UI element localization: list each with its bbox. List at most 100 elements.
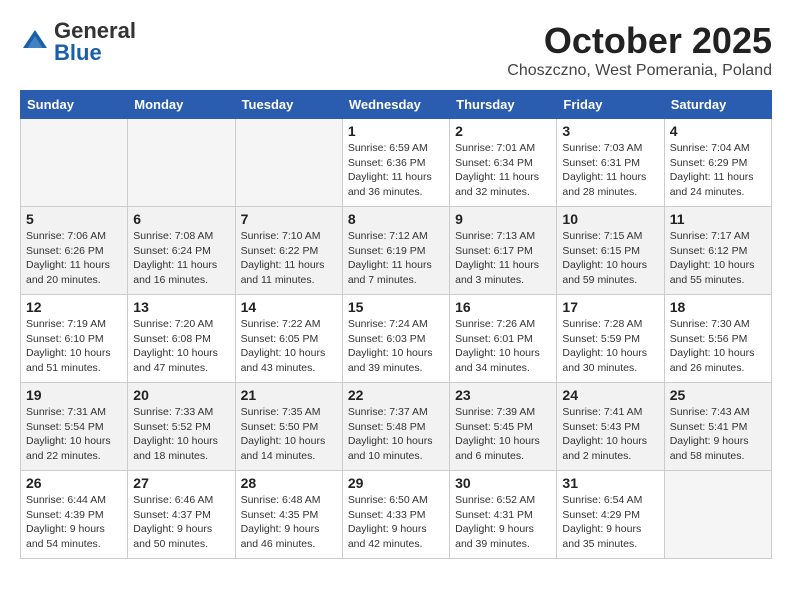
calendar-day-cell: 19 Sunrise: 7:31 AMSunset: 5:54 PMDayligh… [21, 383, 128, 471]
weekday-header: Saturday [664, 91, 771, 119]
day-info: Sunrise: 7:10 AMSunset: 6:22 PMDaylight:… [241, 229, 337, 288]
day-number: 30 [455, 475, 551, 491]
calendar-day-cell: 3Sunrise: 7:03 AMSunset: 6:31 PMDaylight… [557, 119, 664, 207]
day-info: Sunrise: 7:12 AMSunset: 6:19 PMDaylight:… [348, 229, 444, 288]
calendar-day-cell: 20 Sunrise: 7:33 AMSunset: 5:52 PMDayligh… [128, 383, 235, 471]
day-info: Sunrise: 7:35 AMSunset: 5:50 PMDaylight:… [241, 405, 337, 464]
day-number: 19 [26, 387, 122, 403]
day-info: Sunrise: 7:37 AMSunset: 5:48 PMDaylight:… [348, 405, 444, 464]
logo-blue-text: Blue [54, 40, 102, 65]
calendar-day-cell: 5Sunrise: 7:06 AMSunset: 6:26 PMDaylight… [21, 207, 128, 295]
day-info: Sunrise: 6:54 AMSunset: 4:29 PMDaylight:… [562, 493, 658, 552]
day-info: Sunrise: 7:41 AMSunset: 5:43 PMDaylight:… [562, 405, 658, 464]
month-year: October 2025 [507, 20, 772, 62]
day-number: 9 [455, 211, 551, 227]
calendar-day-cell: 26 Sunrise: 6:44 AMSunset: 4:39 PMDayligh… [21, 471, 128, 559]
day-number: 28 [241, 475, 337, 491]
calendar-day-cell: 24 Sunrise: 7:41 AMSunset: 5:43 PMDayligh… [557, 383, 664, 471]
calendar-day-cell: 17 Sunrise: 7:28 AMSunset: 5:59 PMDayligh… [557, 295, 664, 383]
day-number: 3 [562, 123, 658, 139]
day-number: 31 [562, 475, 658, 491]
calendar-day-cell [21, 119, 128, 207]
day-info: Sunrise: 7:43 AMSunset: 5:41 PMDaylight:… [670, 405, 766, 464]
day-info: Sunrise: 6:46 AMSunset: 4:37 PMDaylight:… [133, 493, 229, 552]
day-number: 17 [562, 299, 658, 315]
weekday-header: Wednesday [342, 91, 449, 119]
header: General Blue October 2025 Choszczno, Wes… [20, 20, 772, 80]
calendar-day-cell: 16Sunrise: 7:26 AMSunset: 6:01 PMDayligh… [450, 295, 557, 383]
calendar-day-cell: 12Sunrise: 7:19 AMSunset: 6:10 PMDayligh… [21, 295, 128, 383]
calendar-day-cell [235, 119, 342, 207]
day-info: Sunrise: 6:48 AMSunset: 4:35 PMDaylight:… [241, 493, 337, 552]
day-info: Sunrise: 7:15 AMSunset: 6:15 PMDaylight:… [562, 229, 658, 288]
calendar-day-cell: 29Sunrise: 6:50 AMSunset: 4:33 PMDayligh… [342, 471, 449, 559]
day-number: 7 [241, 211, 337, 227]
day-info: Sunrise: 7:13 AMSunset: 6:17 PMDaylight:… [455, 229, 551, 288]
calendar-day-cell: 6Sunrise: 7:08 AMSunset: 6:24 PMDaylight… [128, 207, 235, 295]
calendar-day-cell: 9 Sunrise: 7:13 AMSunset: 6:17 PMDaylight… [450, 207, 557, 295]
logo: General Blue [20, 20, 136, 64]
day-number: 15 [348, 299, 444, 315]
calendar-week-row: 26 Sunrise: 6:44 AMSunset: 4:39 PMDayligh… [21, 471, 772, 559]
calendar-day-cell: 13 Sunrise: 7:20 AMSunset: 6:08 PMDayligh… [128, 295, 235, 383]
calendar-day-cell: 8 Sunrise: 7:12 AMSunset: 6:19 PMDaylight… [342, 207, 449, 295]
calendar-day-cell: 2Sunrise: 7:01 AMSunset: 6:34 PMDaylight… [450, 119, 557, 207]
calendar-day-cell: 10 Sunrise: 7:15 AMSunset: 6:15 PMDayligh… [557, 207, 664, 295]
day-info: Sunrise: 7:01 AMSunset: 6:34 PMDaylight:… [455, 141, 551, 200]
day-number: 27 [133, 475, 229, 491]
logo-icon [20, 27, 50, 57]
calendar-week-row: 12Sunrise: 7:19 AMSunset: 6:10 PMDayligh… [21, 295, 772, 383]
day-number: 16 [455, 299, 551, 315]
weekday-header: Thursday [450, 91, 557, 119]
day-info: Sunrise: 7:04 AMSunset: 6:29 PMDaylight:… [670, 141, 766, 200]
day-info: Sunrise: 7:22 AMSunset: 6:05 PMDaylight:… [241, 317, 337, 376]
day-info: Sunrise: 7:19 AMSunset: 6:10 PMDaylight:… [26, 317, 122, 376]
day-info: Sunrise: 7:20 AMSunset: 6:08 PMDaylight:… [133, 317, 229, 376]
calendar-week-row: 1 Sunrise: 6:59 AMSunset: 6:36 PMDaylight… [21, 119, 772, 207]
day-number: 20 [133, 387, 229, 403]
day-number: 21 [241, 387, 337, 403]
day-number: 18 [670, 299, 766, 315]
day-info: Sunrise: 7:28 AMSunset: 5:59 PMDaylight:… [562, 317, 658, 376]
calendar-day-cell: 25 Sunrise: 7:43 AMSunset: 5:41 PMDayligh… [664, 383, 771, 471]
day-number: 23 [455, 387, 551, 403]
day-info: Sunrise: 6:44 AMSunset: 4:39 PMDaylight:… [26, 493, 122, 552]
day-number: 13 [133, 299, 229, 315]
day-info: Sunrise: 6:59 AMSunset: 6:36 PMDaylight:… [348, 141, 444, 200]
calendar-day-cell: 1 Sunrise: 6:59 AMSunset: 6:36 PMDaylight… [342, 119, 449, 207]
day-info: Sunrise: 6:50 AMSunset: 4:33 PMDaylight:… [348, 493, 444, 552]
day-info: Sunrise: 6:52 AMSunset: 4:31 PMDaylight:… [455, 493, 551, 552]
calendar: SundayMondayTuesdayWednesdayThursdayFrid… [20, 90, 772, 559]
day-info: Sunrise: 7:24 AMSunset: 6:03 PMDaylight:… [348, 317, 444, 376]
calendar-day-cell: 21 Sunrise: 7:35 AMSunset: 5:50 PMDayligh… [235, 383, 342, 471]
day-number: 4 [670, 123, 766, 139]
day-info: Sunrise: 7:31 AMSunset: 5:54 PMDaylight:… [26, 405, 122, 464]
calendar-day-cell: 4 Sunrise: 7:04 AMSunset: 6:29 PMDaylight… [664, 119, 771, 207]
day-info: Sunrise: 7:17 AMSunset: 6:12 PMDaylight:… [670, 229, 766, 288]
day-number: 1 [348, 123, 444, 139]
location: Choszczno, West Pomerania, Poland [507, 62, 772, 80]
calendar-day-cell: 27 Sunrise: 6:46 AMSunset: 4:37 PMDayligh… [128, 471, 235, 559]
day-number: 5 [26, 211, 122, 227]
day-number: 25 [670, 387, 766, 403]
day-info: Sunrise: 7:39 AMSunset: 5:45 PMDaylight:… [455, 405, 551, 464]
day-number: 26 [26, 475, 122, 491]
day-info: Sunrise: 7:33 AMSunset: 5:52 PMDaylight:… [133, 405, 229, 464]
calendar-day-cell [664, 471, 771, 559]
calendar-day-cell: 11Sunrise: 7:17 AMSunset: 6:12 PMDayligh… [664, 207, 771, 295]
weekday-header: Friday [557, 91, 664, 119]
day-number: 10 [562, 211, 658, 227]
weekday-header: Monday [128, 91, 235, 119]
day-number: 24 [562, 387, 658, 403]
calendar-day-cell: 28 Sunrise: 6:48 AMSunset: 4:35 PMDayligh… [235, 471, 342, 559]
calendar-day-cell [128, 119, 235, 207]
calendar-day-cell: 22 Sunrise: 7:37 AMSunset: 5:48 PMDayligh… [342, 383, 449, 471]
calendar-day-cell: 7 Sunrise: 7:10 AMSunset: 6:22 PMDaylight… [235, 207, 342, 295]
weekday-header-row: SundayMondayTuesdayWednesdayThursdayFrid… [21, 91, 772, 119]
calendar-day-cell: 14Sunrise: 7:22 AMSunset: 6:05 PMDayligh… [235, 295, 342, 383]
calendar-week-row: 5Sunrise: 7:06 AMSunset: 6:26 PMDaylight… [21, 207, 772, 295]
calendar-week-row: 19 Sunrise: 7:31 AMSunset: 5:54 PMDayligh… [21, 383, 772, 471]
day-number: 8 [348, 211, 444, 227]
day-number: 22 [348, 387, 444, 403]
weekday-header: Sunday [21, 91, 128, 119]
